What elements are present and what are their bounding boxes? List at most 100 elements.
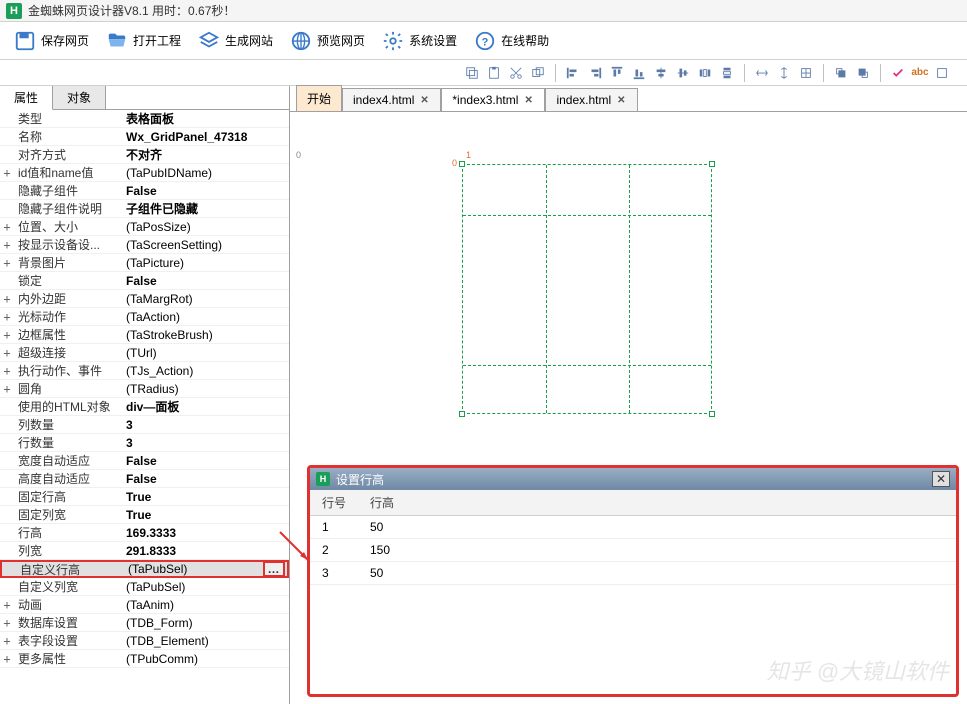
property-value[interactable]: (TaPicture) — [122, 256, 289, 270]
property-row[interactable]: 固定行高True — [0, 488, 289, 506]
tab-index4[interactable]: index4.html✕ — [342, 88, 441, 111]
tool-icon[interactable] — [933, 64, 951, 82]
expand-toggle[interactable]: + — [0, 310, 14, 324]
online-help-button[interactable]: ? 在线帮助 — [466, 24, 556, 58]
property-row[interactable]: 隐藏子组件False — [0, 182, 289, 200]
property-value[interactable]: True — [122, 508, 289, 522]
property-value[interactable]: Wx_GridPanel_47318 — [122, 130, 289, 144]
property-value[interactable]: 3 — [122, 418, 289, 432]
property-value[interactable]: (TJs_Action) — [122, 364, 289, 378]
distribute-h-icon[interactable] — [696, 64, 714, 82]
property-value[interactable]: (TaScreenSetting) — [122, 238, 289, 252]
property-row[interactable]: +圆角(TRadius) — [0, 380, 289, 398]
property-row[interactable]: +边框属性(TaStrokeBrush) — [0, 326, 289, 344]
property-row[interactable]: 行高169.3333 — [0, 524, 289, 542]
check-icon[interactable] — [889, 64, 907, 82]
expand-toggle[interactable]: + — [0, 346, 14, 360]
property-row[interactable]: 自定义行高(TaPubSel)… — [0, 560, 289, 578]
align-right-icon[interactable] — [586, 64, 604, 82]
property-value[interactable]: (TaPubIDName) — [122, 166, 289, 180]
row-height-dialog[interactable]: H 设置行高 ✕ 行号 行高 1502150350 — [307, 465, 959, 697]
property-row[interactable]: +数据库设置(TDB_Form) — [0, 614, 289, 632]
property-value[interactable]: True — [122, 490, 289, 504]
dialog-row[interactable]: 150 — [310, 516, 956, 539]
property-grid[interactable]: 类型表格面板名称Wx_GridPanel_47318对齐方式不对齐+id值和na… — [0, 110, 289, 704]
same-height-icon[interactable] — [775, 64, 793, 82]
save-page-button[interactable]: 保存网页 — [6, 24, 96, 58]
property-row[interactable]: +内外边距(TaMargRot) — [0, 290, 289, 308]
property-row[interactable]: 隐藏子组件说明子组件已隐藏 — [0, 200, 289, 218]
tab-attributes[interactable]: 属性 — [0, 86, 53, 110]
generate-site-button[interactable]: 生成网站 — [190, 24, 280, 58]
property-row[interactable]: +动画(TaAnim) — [0, 596, 289, 614]
property-value[interactable]: (TaPosSize) — [122, 220, 289, 234]
property-row[interactable]: 列宽291.8333 — [0, 542, 289, 560]
property-value[interactable]: (TPubComm) — [122, 652, 289, 666]
property-row[interactable]: 列数量3 — [0, 416, 289, 434]
property-value[interactable]: False — [122, 472, 289, 486]
align-center-v-icon[interactable] — [674, 64, 692, 82]
copy-icon[interactable] — [463, 64, 481, 82]
expand-toggle[interactable]: + — [0, 220, 14, 234]
cell-row-height[interactable]: 50 — [358, 516, 395, 538]
property-value[interactable]: (TRadius) — [122, 382, 289, 396]
align-bottom-icon[interactable] — [630, 64, 648, 82]
tab-index[interactable]: index.html✕ — [545, 88, 638, 111]
dialog-row[interactable]: 350 — [310, 562, 956, 585]
expand-toggle[interactable]: + — [0, 364, 14, 378]
property-value[interactable]: (TaPubSel) — [124, 562, 263, 576]
property-value[interactable]: False — [122, 184, 289, 198]
property-value[interactable]: div—面板 — [122, 398, 289, 415]
property-value[interactable]: 169.3333 — [122, 526, 289, 540]
expand-toggle[interactable]: + — [0, 634, 14, 648]
same-width-icon[interactable] — [753, 64, 771, 82]
property-value[interactable]: 3 — [122, 436, 289, 450]
tab-objects[interactable]: 对象 — [53, 86, 106, 109]
property-row[interactable]: +光标动作(TaAction) — [0, 308, 289, 326]
dialog-row[interactable]: 2150 — [310, 539, 956, 562]
close-icon[interactable]: ✕ — [524, 95, 534, 105]
property-row[interactable]: 名称Wx_GridPanel_47318 — [0, 128, 289, 146]
ellipsis-button[interactable]: … — [263, 561, 285, 577]
property-value[interactable]: 291.8333 — [122, 544, 289, 558]
property-row[interactable]: 行数量3 — [0, 434, 289, 452]
property-value[interactable]: (TaMargRot) — [122, 292, 289, 306]
cell-row-height[interactable]: 150 — [358, 539, 402, 561]
property-value[interactable]: (TDB_Element) — [122, 634, 289, 648]
align-top-icon[interactable] — [608, 64, 626, 82]
property-value[interactable]: (TaAnim) — [122, 598, 289, 612]
property-value[interactable]: (TUrl) — [122, 346, 289, 360]
expand-toggle[interactable]: + — [0, 238, 14, 252]
cut-icon[interactable] — [507, 64, 525, 82]
expand-toggle[interactable]: + — [0, 328, 14, 342]
grid-panel-element[interactable] — [462, 164, 712, 414]
property-value[interactable]: (TDB_Form) — [122, 616, 289, 630]
system-settings-button[interactable]: 系统设置 — [374, 24, 464, 58]
property-row[interactable]: +表字段设置(TDB_Element) — [0, 632, 289, 650]
close-icon[interactable]: ✕ — [420, 95, 430, 105]
property-row[interactable]: 类型表格面板 — [0, 110, 289, 128]
property-value[interactable]: 表格面板 — [122, 110, 289, 127]
property-row[interactable]: +超级连接(TUrl) — [0, 344, 289, 362]
property-value[interactable]: False — [122, 274, 289, 288]
expand-toggle[interactable]: + — [0, 598, 14, 612]
property-value[interactable]: 不对齐 — [122, 146, 289, 163]
property-row[interactable]: 高度自动适应False — [0, 470, 289, 488]
expand-toggle[interactable]: + — [0, 382, 14, 396]
paste-icon[interactable] — [485, 64, 503, 82]
property-value[interactable]: (TaPubSel) — [122, 580, 289, 594]
property-row[interactable]: +执行动作、事件(TJs_Action) — [0, 362, 289, 380]
expand-toggle[interactable]: + — [0, 256, 14, 270]
property-row[interactable]: 宽度自动适应False — [0, 452, 289, 470]
property-row[interactable]: +位置、大小(TaPosSize) — [0, 218, 289, 236]
expand-toggle[interactable]: + — [0, 652, 14, 666]
dialog-close-button[interactable]: ✕ — [932, 471, 950, 487]
property-row[interactable]: +按显示设备设...(TaScreenSetting) — [0, 236, 289, 254]
expand-toggle[interactable]: + — [0, 166, 14, 180]
same-size-icon[interactable] — [797, 64, 815, 82]
property-row[interactable]: 对齐方式不对齐 — [0, 146, 289, 164]
bring-front-icon[interactable] — [832, 64, 850, 82]
property-row[interactable]: +id值和name值(TaPubIDName) — [0, 164, 289, 182]
preview-page-button[interactable]: 预览网页 — [282, 24, 372, 58]
expand-toggle[interactable]: + — [0, 616, 14, 630]
